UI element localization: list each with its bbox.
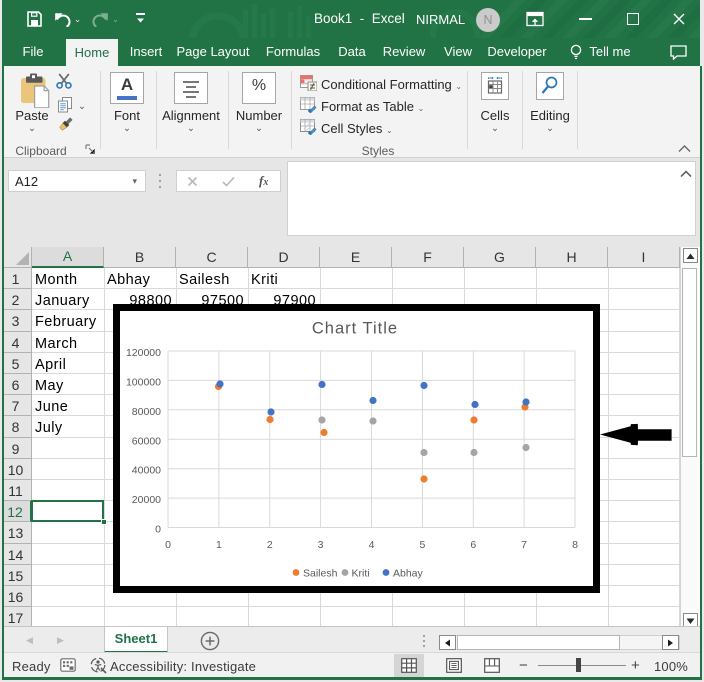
svg-text:120000: 120000 — [126, 347, 161, 359]
svg-text:80000: 80000 — [132, 406, 161, 418]
svg-text:5: 5 — [419, 539, 425, 551]
svg-text:3: 3 — [318, 539, 324, 551]
svg-text:Abhay: Abhay — [393, 568, 424, 580]
svg-text:Sailesh: Sailesh — [303, 568, 338, 580]
svg-text:Chart Title: Chart Title — [312, 320, 398, 338]
svg-text:1: 1 — [216, 539, 222, 551]
svg-text:20000: 20000 — [132, 494, 161, 506]
svg-text:60000: 60000 — [132, 435, 161, 447]
svg-text:7: 7 — [521, 539, 527, 551]
svg-text:100000: 100000 — [126, 376, 161, 388]
svg-text:Kriti: Kriti — [352, 568, 370, 580]
svg-text:0: 0 — [165, 539, 171, 551]
svg-text:2: 2 — [267, 539, 273, 551]
svg-text:6: 6 — [470, 539, 476, 551]
svg-text:40000: 40000 — [132, 465, 161, 477]
svg-text:0: 0 — [155, 524, 161, 536]
svg-text:8: 8 — [572, 539, 578, 551]
svg-text:4: 4 — [369, 539, 375, 551]
